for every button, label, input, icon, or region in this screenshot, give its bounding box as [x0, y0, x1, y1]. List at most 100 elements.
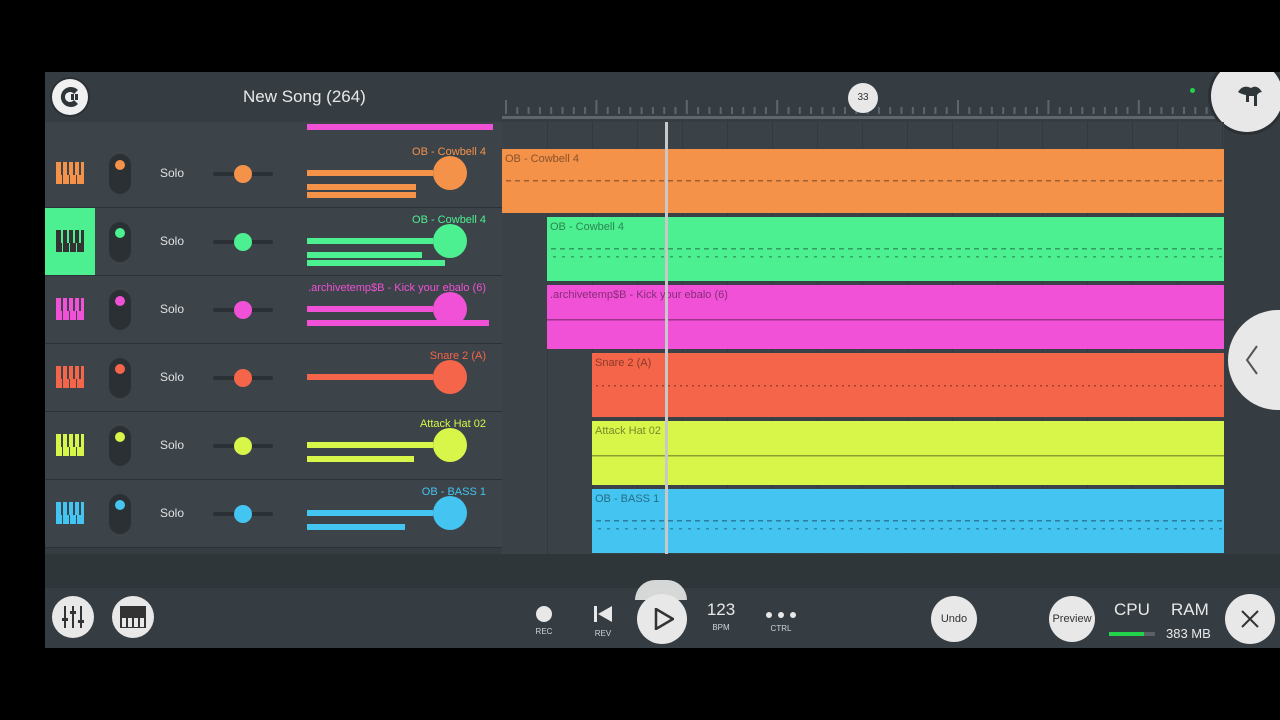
mute-toggle[interactable] [109, 494, 131, 534]
volume-slider[interactable] [307, 170, 433, 176]
channel-name[interactable]: Snare 2 (A) [430, 350, 486, 362]
clip-notes [506, 180, 1222, 182]
timeline-ruler[interactable] [502, 72, 1267, 122]
level-meter [307, 252, 422, 258]
playhead-position-marker[interactable]: 33 [848, 83, 878, 113]
magnet-snap-icon[interactable] [52, 79, 88, 115]
piano-roll-button[interactable] [45, 480, 95, 547]
piano-keys-icon [56, 434, 84, 456]
mute-toggle[interactable] [109, 222, 131, 262]
clip-notes [547, 319, 1224, 321]
volume-slider[interactable] [307, 238, 433, 244]
pattern-clip[interactable]: Snare 2 (A) [592, 353, 1224, 417]
mute-toggle[interactable] [109, 358, 131, 398]
mute-indicator-dot [115, 364, 125, 374]
channel-row[interactable]: Solo .archivetemp$B - Kick your ebalo (6… [45, 276, 502, 344]
skip-back-icon [594, 606, 612, 622]
channel-name[interactable]: .archivetemp$B - Kick your ebalo (6) [308, 282, 486, 294]
volume-knob[interactable] [433, 224, 467, 258]
close-button[interactable] [1225, 594, 1275, 644]
mute-toggle[interactable] [109, 426, 131, 466]
piano-roll-button[interactable] [112, 596, 154, 638]
level-meter [307, 456, 414, 462]
volume-slider[interactable] [307, 374, 433, 380]
pattern-clip[interactable]: Attack Hat 02 [592, 421, 1224, 485]
mute-indicator-dot [115, 432, 125, 442]
volume-slider[interactable] [307, 442, 433, 448]
channel-row[interactable]: Solo OB - Cowbell 4 [45, 140, 502, 208]
pan-knob[interactable] [234, 233, 252, 251]
piano-keys-icon [56, 230, 84, 252]
clip-label: Attack Hat 02 [595, 425, 662, 437]
open-side-panel-button[interactable] [1228, 310, 1280, 410]
volume-slider[interactable] [307, 510, 433, 516]
piano-roll-button[interactable] [45, 412, 95, 479]
channel-row[interactable]: Solo Attack Hat 02 [45, 412, 502, 480]
mute-indicator-dot [115, 500, 125, 510]
solo-button[interactable]: Solo [160, 302, 184, 316]
mute-indicator-dot [115, 296, 125, 306]
volume-knob[interactable] [433, 496, 467, 530]
solo-button[interactable]: Solo [160, 234, 184, 248]
tempo-display[interactable]: 123 BPM [703, 600, 739, 632]
solo-button[interactable]: Solo [160, 370, 184, 384]
playlist-arrangement[interactable]: OB - Cowbell 4 OB - Cowbell 4 .archivetemp… [502, 122, 1224, 554]
level-meter [307, 524, 405, 530]
rewind-label: REV [594, 629, 612, 638]
transport-bar: REC REV 123 BPM CTRL Undo Preview CPU RA… [45, 580, 1280, 648]
play-button[interactable] [637, 594, 687, 644]
record-icon [536, 606, 552, 622]
piano-roll-button[interactable] [45, 208, 95, 275]
playhead-line[interactable] [665, 122, 668, 554]
channel-row[interactable]: Solo Snare 2 (A) [45, 344, 502, 412]
volume-knob[interactable] [433, 156, 467, 190]
piano-keys-icon [56, 502, 84, 524]
record-button[interactable]: REC [533, 606, 555, 636]
piano-roll-button[interactable] [45, 140, 95, 207]
solo-button[interactable]: Solo [160, 438, 184, 452]
mixer-button[interactable] [52, 596, 94, 638]
ram-label: RAM [1171, 600, 1209, 619]
status-indicator-dot [1190, 88, 1195, 93]
ram-value: 383 MB [1166, 626, 1211, 641]
volume-knob[interactable] [433, 428, 467, 462]
controls-button[interactable]: CTRL [763, 606, 799, 633]
top-bar: New Song (264) 33 [45, 72, 1280, 132]
mute-toggle[interactable] [109, 290, 131, 330]
level-meter [307, 320, 489, 326]
clip-notes [551, 248, 1222, 258]
level-meter [307, 192, 416, 198]
volume-slider[interactable] [307, 306, 433, 312]
clip-notes [596, 385, 1222, 387]
play-icon [654, 608, 674, 630]
pattern-clip[interactable]: OB - Cowbell 4 [547, 217, 1224, 281]
record-label: REC [535, 627, 553, 636]
mute-indicator-dot [115, 160, 125, 170]
pan-knob[interactable] [234, 301, 252, 319]
pattern-clip[interactable]: OB - Cowbell 4 [502, 149, 1224, 213]
solo-button[interactable]: Solo [160, 506, 184, 520]
clip-label: .archivetemp$B - Kick your ebalo (6) [550, 289, 728, 301]
rewind-button[interactable]: REV [592, 606, 614, 638]
undo-button[interactable]: Undo [931, 596, 977, 642]
pan-knob[interactable] [234, 505, 252, 523]
pan-knob[interactable] [234, 437, 252, 455]
clip-notes [592, 455, 1224, 457]
pan-knob[interactable] [234, 369, 252, 387]
song-title[interactable]: New Song (264) [243, 87, 366, 107]
channel-row[interactable]: Solo OB - BASS 1 [45, 480, 502, 548]
channel-row[interactable]: Solo OB - Cowbell 4 [45, 208, 502, 276]
pan-knob[interactable] [234, 165, 252, 183]
piano-roll-button[interactable] [45, 276, 95, 343]
mute-indicator-dot [115, 228, 125, 238]
clip-notes [596, 520, 1222, 530]
piano-roll-button[interactable] [45, 344, 95, 411]
preview-button[interactable]: Preview [1049, 596, 1095, 642]
piano-keys-icon [56, 298, 84, 320]
more-dots-icon [763, 606, 799, 622]
pattern-clip[interactable]: OB - BASS 1 [592, 489, 1224, 553]
mute-toggle[interactable] [109, 154, 131, 194]
solo-button[interactable]: Solo [160, 166, 184, 180]
pattern-clip[interactable]: .archivetemp$B - Kick your ebalo (6) [547, 285, 1224, 349]
volume-knob[interactable] [433, 360, 467, 394]
